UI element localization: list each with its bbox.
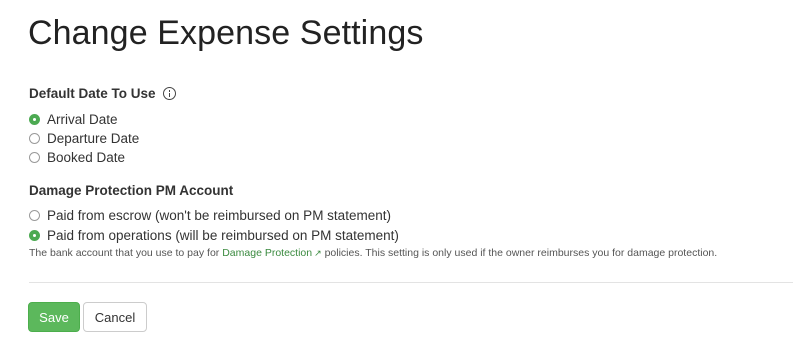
radio-label[interactable]: Arrival Date [47, 112, 118, 127]
damage-protection-label: Damage Protection PM Account [29, 183, 233, 198]
radio-button[interactable] [29, 210, 40, 221]
default-date-label: Default Date To Use [29, 86, 176, 101]
radio-booked-date[interactable]: Booked Date [29, 150, 125, 165]
radio-paid-from-operations[interactable]: Paid from operations (will be reimbursed… [29, 228, 399, 243]
page-title: Change Expense Settings [28, 14, 424, 52]
radio-button[interactable] [29, 152, 40, 163]
info-icon[interactable] [162, 87, 176, 100]
default-date-label-text: Default Date To Use [29, 86, 156, 101]
damage-protection-label-text: Damage Protection PM Account [29, 183, 234, 198]
radio-label[interactable]: Paid from escrow (won't be reimbursed on… [47, 208, 391, 223]
damage-protection-help-text: The bank account that you use to pay for… [29, 247, 717, 259]
divider [29, 282, 793, 283]
radio-label[interactable]: Departure Date [47, 131, 139, 146]
radio-paid-from-escrow[interactable]: Paid from escrow (won't be reimbursed on… [29, 208, 391, 223]
damage-protection-link[interactable]: Damage Protection ↗ [222, 247, 321, 259]
radio-arrival-date[interactable]: Arrival Date [29, 112, 118, 127]
save-button[interactable]: Save [28, 302, 80, 332]
external-link-icon[interactable]: ↗ [314, 248, 322, 258]
radio-button-checked[interactable] [29, 230, 40, 241]
radio-label[interactable]: Booked Date [47, 150, 125, 165]
radio-label[interactable]: Paid from operations (will be reimbursed… [47, 228, 399, 243]
damage-protection-link-text[interactable]: Damage Protection [222, 247, 312, 259]
radio-departure-date[interactable]: Departure Date [29, 131, 139, 146]
radio-button[interactable] [29, 133, 40, 144]
radio-button-checked[interactable] [29, 114, 40, 125]
cancel-button[interactable]: Cancel [83, 302, 147, 332]
help-text-prefix: The bank account that you use to pay for [29, 247, 223, 259]
help-text-suffix: policies. This setting is only used if t… [321, 247, 718, 259]
